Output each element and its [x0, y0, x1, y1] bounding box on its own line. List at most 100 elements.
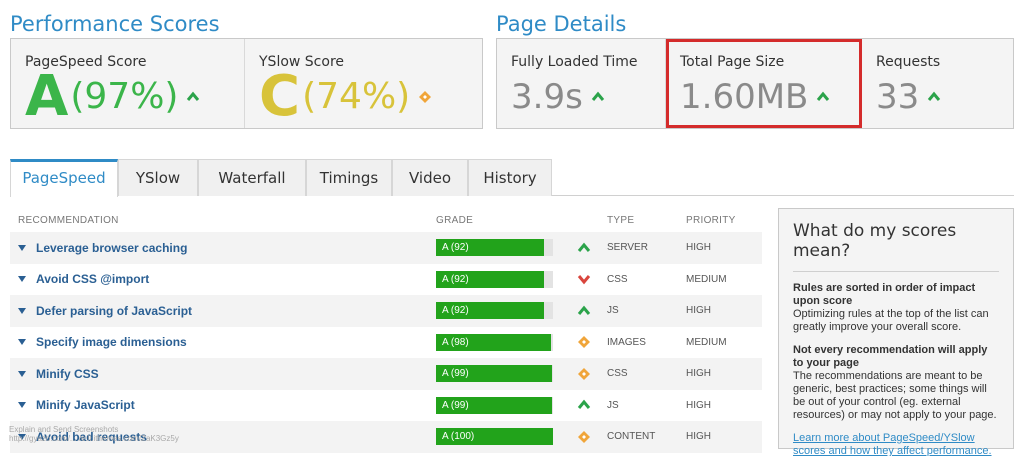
table-row[interactable]: Minify CSS A (99) CSS HIGH	[10, 358, 762, 390]
recommendation-priority: MEDIUM	[686, 336, 727, 348]
tab-waterfall[interactable]: Waterfall	[198, 159, 306, 196]
tab-history[interactable]: History	[468, 159, 552, 196]
caret-down-icon[interactable]	[18, 370, 26, 377]
table-row[interactable]: Specify image dimensions A (98) IMAGES MEDI…	[10, 327, 762, 359]
recommendation-priority: MEDIUM	[686, 273, 727, 285]
recommendation-type: JS	[607, 305, 619, 317]
requests-label: Requests	[876, 54, 941, 70]
report-tabs: PageSpeed YSlow Waterfall Timings Video …	[10, 159, 1014, 197]
watermark: Explain and Send Screenshots http://gyaz…	[9, 425, 179, 443]
caret-down-icon[interactable]	[18, 339, 26, 346]
grade-bar-fill: A (99)	[436, 365, 552, 383]
requests-value: 33	[876, 77, 920, 117]
diamond-icon	[577, 336, 590, 349]
scores-info-title: What do my scores mean?	[793, 221, 999, 272]
scores-info-text-2: The recommendations are meant to be gene…	[793, 370, 997, 421]
fully-loaded-value: 3.9s	[511, 77, 583, 117]
tab-video[interactable]: Video	[392, 159, 468, 196]
grade-bar: A (100)	[436, 428, 553, 446]
caret-down-icon[interactable]	[18, 307, 26, 314]
scores-info-paragraph-2: Not every recommendation will apply to y…	[793, 344, 999, 422]
recommendation-priority: HIGH	[686, 368, 711, 380]
recommendation-priority: HIGH	[686, 242, 711, 254]
scores-info-heading-1: Rules are sorted in order of impact upon…	[793, 282, 976, 307]
recommendation-type: CSS	[607, 273, 628, 285]
recommendation-type: JS	[607, 399, 619, 411]
requests-cell: Requests 33	[862, 39, 1013, 128]
recommendation-name[interactable]: Leverage browser caching	[36, 241, 187, 255]
up-arrow-icon	[577, 242, 590, 252]
trend-indicator	[560, 430, 607, 444]
trend-indicator	[560, 335, 607, 349]
grade-bar: A (92)	[436, 239, 553, 257]
recommendation-priority: HIGH	[686, 431, 711, 443]
grade-bar-fill: A (92)	[436, 239, 544, 257]
up-arrow-icon	[817, 91, 830, 101]
grade-bar: A (92)	[436, 270, 553, 288]
grade-bar: A (99)	[436, 396, 553, 414]
up-arrow-icon	[577, 305, 590, 315]
yslow-score-cell: YSlow Score C (74%)	[245, 39, 482, 128]
total-page-size-value: 1.60MB	[680, 77, 809, 117]
yslow-percent: (74%)	[302, 76, 411, 117]
header-type: TYPE	[607, 214, 635, 226]
watermark-line-1: Explain and Send Screenshots	[9, 425, 119, 434]
total-page-size-label: Total Page Size	[680, 54, 785, 70]
diamond-icon	[419, 91, 432, 103]
recommendation-name[interactable]: Minify CSS	[36, 367, 99, 381]
trend-indicator	[560, 304, 607, 318]
fully-loaded-label: Fully Loaded Time	[511, 54, 638, 70]
scores-info-heading-2: Not every recommendation will apply to y…	[793, 344, 988, 369]
performance-scores-title: Performance Scores	[10, 12, 220, 36]
learn-more-link[interactable]: Learn more about PageSpeed/YSlow scores …	[793, 432, 999, 456]
table-row[interactable]: Avoid CSS @import A (92) CSS MEDIUM	[10, 264, 762, 296]
header-priority: PRIORITY	[686, 214, 736, 226]
trend-indicator	[560, 272, 607, 286]
page-details-title: Page Details	[496, 12, 627, 36]
caret-down-icon[interactable]	[18, 402, 26, 409]
grade-bar-fill: A (92)	[436, 302, 544, 320]
tab-pagespeed[interactable]: PageSpeed	[10, 159, 118, 197]
page-details-panel: Fully Loaded Time 3.9s Total Page Size 1…	[496, 38, 1014, 129]
performance-scores-panel: PageSpeed Score A (97%) YSlow Score C (7…	[10, 38, 483, 129]
yslow-grade: C	[259, 64, 301, 129]
scores-info-text-1: Optimizing rules at the top of the list …	[793, 308, 989, 333]
grade-bar-fill: A (98)	[436, 333, 551, 351]
table-row[interactable]: Minify JavaScript A (99) JS HIGH	[10, 390, 762, 422]
recommendation-name[interactable]: Defer parsing of JavaScript	[36, 304, 192, 318]
diamond-icon	[577, 367, 590, 380]
caret-down-icon[interactable]	[18, 244, 26, 251]
scores-info-box: What do my scores mean? Rules are sorted…	[778, 208, 1014, 456]
pagespeed-percent: (97%)	[70, 76, 179, 117]
caret-down-icon[interactable]	[18, 276, 26, 283]
table-row[interactable]: Defer parsing of JavaScript A (92) JS HIGH	[10, 295, 762, 327]
up-arrow-icon	[591, 91, 604, 101]
grade-bar-fill: A (100)	[436, 428, 553, 446]
pagespeed-score-cell: PageSpeed Score A (97%)	[11, 39, 245, 128]
grade-bar: A (98)	[436, 333, 553, 351]
recommendation-type: CONTENT	[607, 431, 656, 443]
up-arrow-icon	[928, 91, 941, 101]
up-arrow-icon	[577, 399, 590, 410]
scores-info-paragraph-1: Rules are sorted in order of impact upon…	[793, 282, 999, 334]
recommendation-type: IMAGES	[607, 336, 646, 348]
recommendations-table: RECOMMENDATION GRADE TYPE PRIORITY Lever…	[10, 208, 762, 453]
recommendation-priority: HIGH	[686, 305, 711, 317]
grade-bar-fill: A (99)	[436, 396, 552, 414]
recommendation-name[interactable]: Avoid CSS @import	[36, 272, 149, 286]
recommendation-name[interactable]: Specify image dimensions	[36, 335, 187, 349]
grade-bar-fill: A (92)	[436, 270, 544, 288]
recommendation-type: SERVER	[607, 242, 648, 254]
down-arrow-icon	[577, 275, 590, 285]
trend-indicator	[560, 367, 607, 381]
recommendation-name[interactable]: Minify JavaScript	[36, 398, 135, 412]
grade-bar: A (92)	[436, 302, 553, 320]
fully-loaded-cell: Fully Loaded Time 3.9s	[497, 39, 666, 128]
recommendation-type: CSS	[607, 368, 628, 380]
trend-indicator	[560, 241, 607, 255]
header-grade: GRADE	[436, 214, 474, 226]
trend-indicator	[560, 398, 607, 412]
table-row[interactable]: Leverage browser caching A (92) SERVER HIGH	[10, 232, 762, 264]
tab-timings[interactable]: Timings	[306, 159, 392, 196]
tab-yslow[interactable]: YSlow	[118, 159, 198, 196]
